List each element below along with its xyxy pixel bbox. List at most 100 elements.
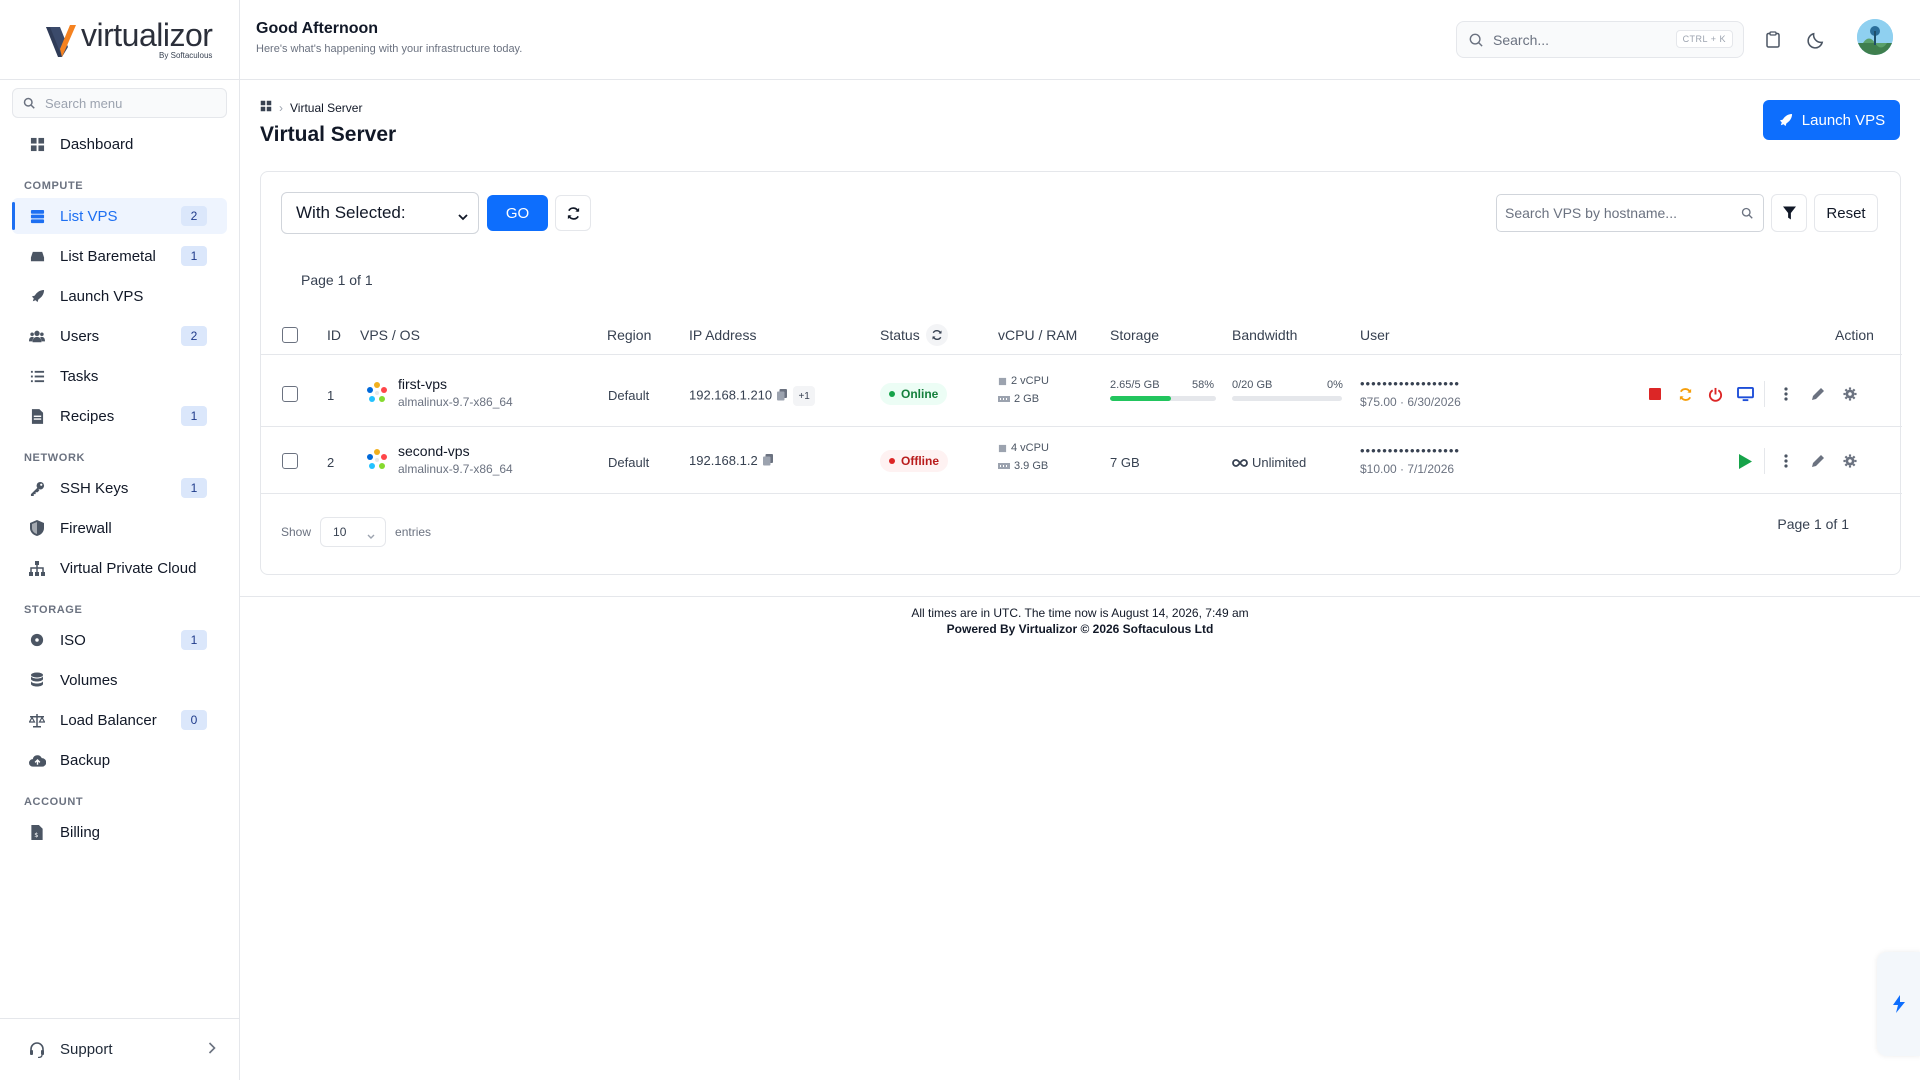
chevron-right-icon [208, 1041, 216, 1058]
sidebar-item-billing[interactable]: $ Billing [12, 814, 227, 850]
action-divider [1764, 448, 1765, 474]
cloud-upload-icon [28, 751, 46, 769]
reset-button[interactable]: Reset [1814, 194, 1878, 232]
user-cell: •••••••••••••••••• $10.00 · 7/1/2026 [1360, 443, 1460, 476]
vps-list-card: With Selected: GO Search VPS by hostname… [260, 171, 1902, 575]
vcpu-value: 2 vCPU [1011, 375, 1049, 387]
bandwidth-text: Unlimited [1252, 455, 1307, 470]
row-checkbox[interactable] [282, 453, 298, 469]
footer: All times are in UTC. The time now is Au… [240, 605, 1920, 637]
vps-hostname-search-input[interactable]: Search VPS by hostname... [1496, 194, 1764, 232]
sidebar-item-label: Load Balancer [60, 711, 157, 729]
go-button[interactable]: GO [487, 195, 548, 231]
table-row: 1 first-vps almalinux-9.7-x86_64 Default… [261, 361, 1902, 427]
users-icon [28, 327, 46, 345]
disc-icon [28, 631, 46, 649]
col-vcpu-ram: vCPU / RAM [998, 327, 1078, 343]
power-off-icon[interactable] [1706, 385, 1724, 403]
extra-ips-badge[interactable]: +1 [793, 386, 816, 406]
show-label: Show [281, 525, 312, 539]
entries-per-page-select[interactable]: 10 [320, 517, 387, 547]
count-badge: 1 [181, 246, 207, 266]
more-vertical-icon[interactable] [1777, 385, 1795, 403]
sidebar-item-firewall[interactable]: Firewall [12, 510, 227, 546]
bandwidth-progress-bar [1232, 396, 1342, 401]
top-header: Good Afternoon Here's what's happening w… [240, 0, 1920, 80]
sidebar-item-list-vps[interactable]: List VPS 2 [12, 198, 227, 234]
entries-value: 10 [333, 525, 347, 539]
ram-line: 2 GB [998, 393, 1049, 405]
more-vertical-icon[interactable] [1777, 452, 1795, 470]
greeting-title: Good Afternoon [256, 20, 379, 37]
count-badge: 1 [181, 406, 207, 426]
gear-icon[interactable] [1841, 452, 1859, 470]
edit-pencil-icon[interactable] [1809, 452, 1827, 470]
vcpu-line: 4 vCPU [998, 442, 1049, 454]
nav-section-account: ACCOUNT [24, 796, 84, 808]
gear-icon[interactable] [1841, 385, 1859, 403]
page-info-top: Page 1 of 1 [301, 272, 373, 288]
vps-os: almalinux-9.7-x86_64 [398, 462, 513, 476]
greeting-subtitle: Here's what's happening with your infras… [256, 43, 523, 55]
sidebar-item-recipes[interactable]: Recipes 1 [12, 398, 227, 434]
breadcrumb: › Virtual Server [260, 100, 362, 115]
hdd-icon [28, 247, 46, 265]
sidebar-item-volumes[interactable]: Volumes [12, 662, 227, 698]
sidebar-search-input[interactable]: Search menu [12, 88, 227, 118]
sidebar-item-tasks[interactable]: Tasks [12, 358, 227, 394]
vps-os: almalinux-9.7-x86_64 [398, 395, 513, 409]
vps-hostname-link[interactable]: second-vps [398, 443, 513, 459]
dark-mode-icon[interactable] [1805, 28, 1827, 50]
select-all-checkbox[interactable] [282, 327, 298, 343]
sidebar-item-users[interactable]: Users 2 [12, 318, 227, 354]
with-selected-select[interactable]: With Selected: [281, 192, 479, 234]
masked-user: •••••••••••••••••• [1360, 376, 1460, 391]
row-checkbox[interactable] [282, 386, 298, 402]
launch-vps-label: Launch VPS [1801, 111, 1886, 129]
quick-action-button[interactable] [1877, 952, 1920, 1056]
cpu-icon [998, 444, 1007, 452]
bandwidth-percent: 0% [1327, 379, 1343, 391]
sidebar-item-vpc[interactable]: Virtual Private Cloud [12, 550, 227, 586]
plan-price: $10.00 · 7/1/2026 [1360, 462, 1455, 476]
footer-powered-by: Powered By Virtualizor © 2026 Softaculou… [946, 622, 1214, 636]
database-icon [28, 671, 46, 689]
chevron-right-icon: › [279, 100, 283, 115]
vps-hostname-link[interactable]: first-vps [398, 376, 513, 392]
cpu-icon [998, 377, 1007, 385]
sidebar-item-label: Recipes [60, 407, 115, 425]
global-search-input[interactable]: Search... CTRL + K [1456, 21, 1744, 58]
sidebar-item-backup[interactable]: Backup [12, 742, 227, 778]
filter-button[interactable] [1771, 194, 1807, 232]
logo[interactable]: virtualizor By Softaculous [0, 0, 239, 80]
sidebar-item-support[interactable]: Support [0, 1018, 240, 1080]
sidebar-item-launch-vps[interactable]: Launch VPS [12, 278, 227, 314]
stop-icon[interactable] [1646, 385, 1664, 403]
filter-icon [1782, 206, 1796, 220]
bandwidth-cell: Unlimited [1232, 455, 1306, 470]
sidebar-item-ssh-keys[interactable]: SSH Keys 1 [12, 470, 227, 506]
sidebar-item-dashboard[interactable]: Dashboard [12, 126, 227, 162]
clipboard-icon[interactable] [1762, 28, 1784, 50]
vps-name-cell: first-vps almalinux-9.7-x86_64 [398, 376, 513, 409]
footer-time: All times are in UTC. The time now is Au… [911, 606, 1249, 620]
vps-ip: 192.168.1.210 [689, 387, 773, 403]
restart-icon[interactable] [1676, 385, 1694, 403]
launch-vps-button[interactable]: Launch VPS [1763, 100, 1900, 140]
copy-icon[interactable] [762, 454, 773, 469]
refresh-button[interactable] [555, 195, 591, 231]
copy-icon[interactable] [777, 388, 788, 404]
start-play-icon[interactable] [1736, 452, 1754, 470]
vcpu-line: 2 vCPU [998, 375, 1049, 387]
avatar[interactable] [1857, 19, 1893, 55]
svg-text:$: $ [34, 831, 38, 839]
sidebar-item-load-balancer[interactable]: Load Balancer 0 [12, 702, 227, 738]
sidebar-item-iso[interactable]: ISO 1 [12, 622, 227, 658]
edit-pencil-icon[interactable] [1809, 385, 1827, 403]
home-grid-icon[interactable] [260, 100, 272, 115]
status-refresh-icon[interactable] [926, 324, 948, 346]
sidebar: virtualizor By Softaculous Search menu D… [0, 0, 240, 1080]
invoice-icon: $ [28, 823, 46, 841]
vnc-console-icon[interactable] [1736, 385, 1754, 403]
sidebar-item-list-baremetal[interactable]: List Baremetal 1 [12, 238, 227, 274]
